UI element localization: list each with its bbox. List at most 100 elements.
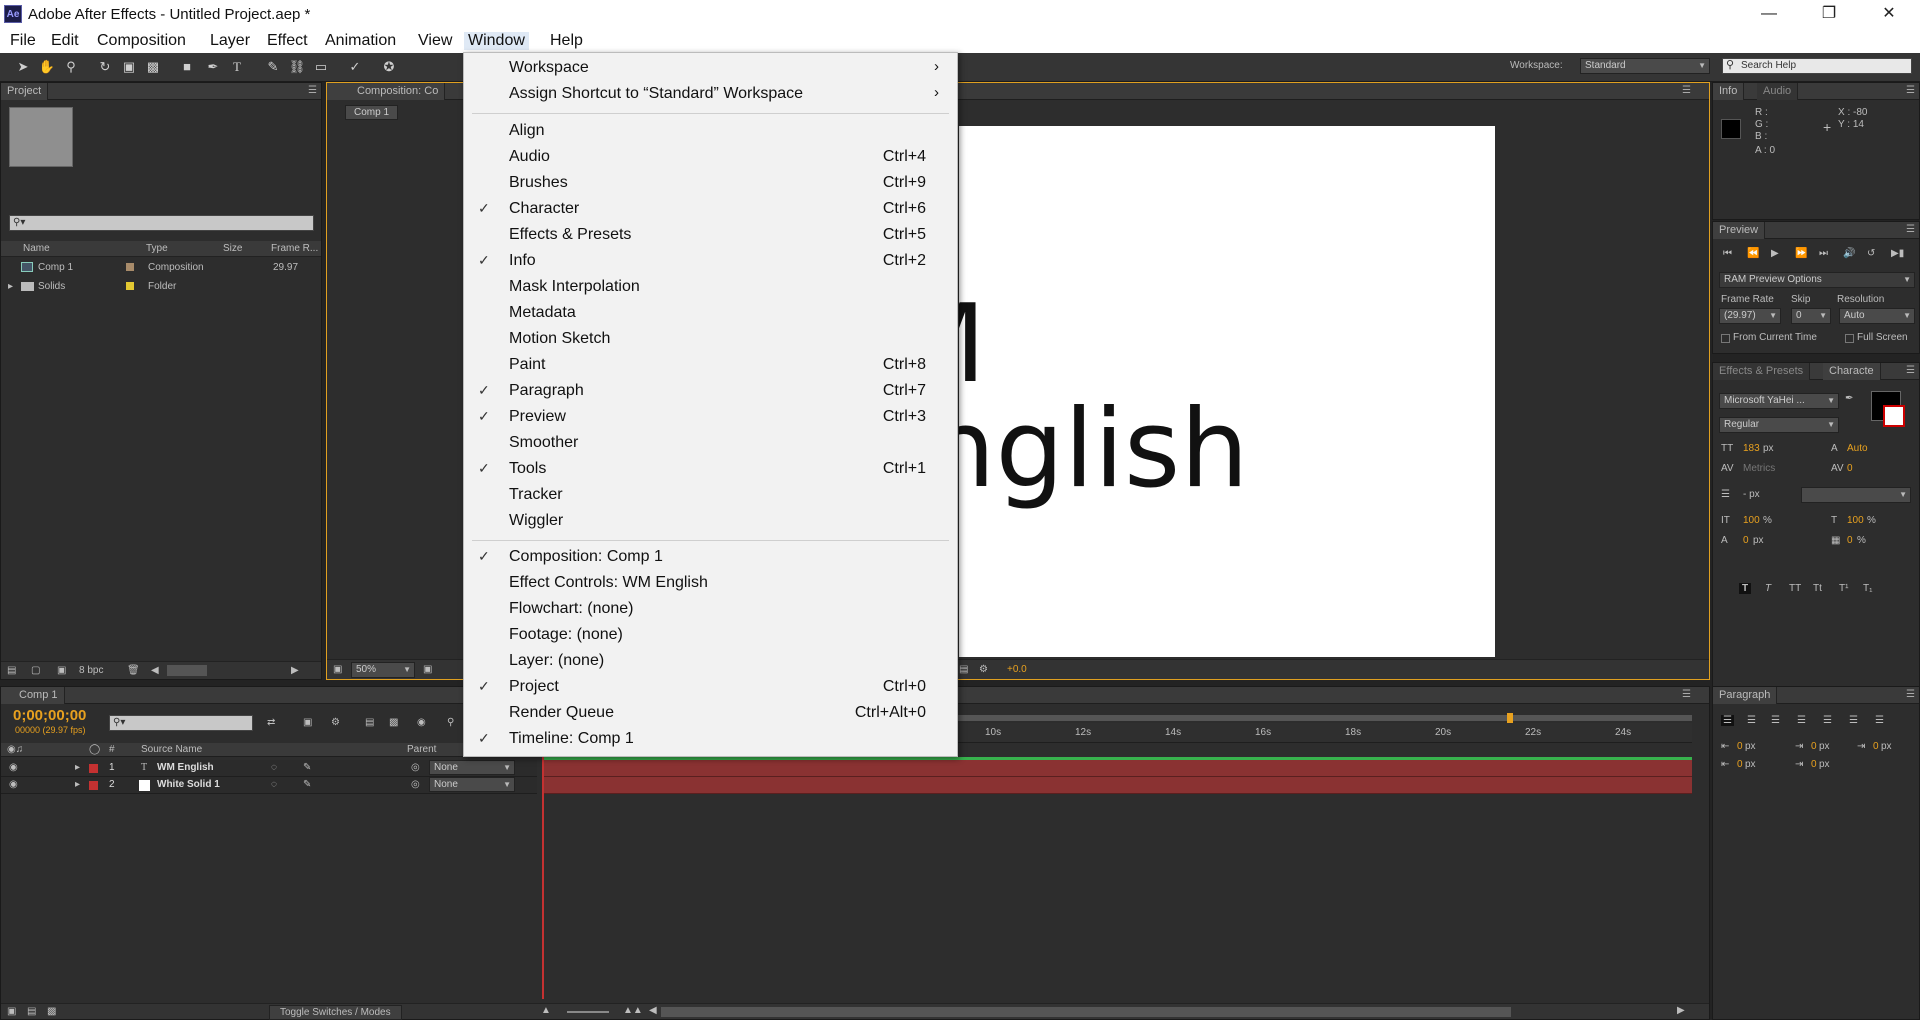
small-caps-icon[interactable]: Tt — [1813, 583, 1822, 594]
menu-view[interactable]: View — [418, 32, 452, 50]
camera-tool-icon[interactable]: ▣ — [120, 58, 138, 76]
justify-left-icon[interactable]: ☰ — [1797, 715, 1806, 726]
tab-project[interactable]: Project — [1, 83, 49, 100]
graph-editor-icon[interactable]: ⚲ — [447, 717, 454, 728]
audio-icon[interactable]: 🔊 — [1843, 248, 1855, 259]
quality-switch-icon[interactable]: ✎ — [303, 779, 311, 790]
last-frame-icon[interactable]: ⏭ — [1819, 248, 1828, 259]
work-area-end-handle[interactable] — [1507, 713, 1513, 723]
menu-item-timeline-comp-1[interactable]: ✓ Timeline: Comp 1 — [464, 727, 957, 753]
search-help-input[interactable]: Search Help — [1722, 58, 1912, 74]
indent-first-line-value[interactable]: 0 — [1811, 741, 1817, 752]
menu-file[interactable]: File — [10, 32, 36, 50]
align-left-icon[interactable]: ☰ — [1721, 715, 1734, 726]
menu-item-footage-none[interactable]: Footage: (none) — [464, 623, 957, 649]
expand-layer-icon[interactable]: ▸ — [75, 762, 80, 773]
font-style-dropdown[interactable]: Regular — [1719, 417, 1839, 433]
exposure-value[interactable]: +0.0 — [1007, 664, 1027, 675]
menu-help[interactable]: Help — [550, 32, 583, 50]
shy-switch-icon[interactable]: ◌ — [271, 762, 277, 773]
pen-tool-icon[interactable]: ✒ — [204, 58, 222, 76]
scroll-left-icon[interactable]: ◀ — [649, 1005, 657, 1016]
interpret-footage-icon[interactable]: ▤ — [7, 665, 16, 676]
tab-composition[interactable]: Composition: Co — [327, 83, 446, 100]
tab-paragraph[interactable]: Paragraph — [1713, 687, 1778, 704]
fast-previews-icon[interactable]: ⚙ — [979, 664, 988, 675]
new-folder-icon[interactable]: ▢ — [31, 665, 40, 676]
expand-layer-switches-icon[interactable]: ▣ — [7, 1006, 16, 1017]
parent-pickwhip-icon[interactable]: ◎ — [411, 762, 420, 773]
brainstorm-icon[interactable]: ◉ — [417, 717, 426, 728]
project-item[interactable]: ▸ Solids Folder — [1, 278, 311, 296]
roto-brush-tool-icon[interactable]: ✓ — [346, 58, 364, 76]
skip-dropdown[interactable]: 0 — [1791, 308, 1831, 324]
expand-layer-icon[interactable]: ▸ — [75, 779, 80, 790]
shy-switch-icon[interactable]: ◌ — [271, 779, 277, 790]
font-family-dropdown[interactable]: Microsoft YaHei ... — [1719, 393, 1839, 409]
flowchart-icon[interactable]: ▤ — [959, 664, 968, 675]
timeline-scrollbar[interactable] — [661, 1007, 1511, 1017]
menu-effect[interactable]: Effect — [267, 32, 308, 50]
panel-menu-icon[interactable]: ☰ — [1906, 365, 1915, 376]
column-frame-rate[interactable]: Frame R... — [271, 243, 318, 254]
menu-item-align[interactable]: Align — [464, 119, 957, 145]
brush-tool-icon[interactable]: ✎ — [264, 58, 282, 76]
space-before-value[interactable]: 0 — [1737, 759, 1743, 770]
loop-icon[interactable]: ↺ — [1867, 248, 1875, 259]
eraser-tool-icon[interactable]: ▭ — [312, 58, 330, 76]
menu-item-character[interactable]: ✓ Character Ctrl+6 — [464, 197, 957, 223]
menu-item-preview[interactable]: ✓ Preview Ctrl+3 — [464, 405, 957, 431]
quality-switch-icon[interactable]: ✎ — [303, 762, 311, 773]
menu-item-flowchart-none[interactable]: Flowchart: (none) — [464, 597, 957, 623]
expand-transfer-controls-icon[interactable]: ▤ — [27, 1006, 36, 1017]
type-tool-icon[interactable]: T — [228, 58, 246, 76]
rectangle-tool-icon[interactable]: ■ — [178, 58, 196, 76]
vertical-scale-value[interactable]: 100 — [1743, 515, 1760, 526]
menu-composition[interactable]: Composition — [97, 32, 186, 50]
panel-menu-icon[interactable]: ☰ — [1682, 85, 1691, 96]
ram-preview-options-dropdown[interactable]: RAM Preview Options — [1719, 272, 1915, 288]
menu-item-assign-shortcut[interactable]: Assign Shortcut to “Standard” Workspace … — [464, 82, 957, 108]
panel-menu-icon[interactable]: ☰ — [1906, 689, 1915, 700]
timeline-search-input[interactable]: ⚲▾ — [109, 715, 253, 731]
current-time-display[interactable]: 0;00;00;00 — [13, 707, 86, 724]
previous-frame-icon[interactable]: ⏪ — [1747, 248, 1759, 259]
rotation-tool-icon[interactable]: ↻ — [96, 58, 114, 76]
minimize-button[interactable]: — — [1740, 0, 1798, 28]
panel-menu-icon[interactable]: ☰ — [308, 85, 317, 96]
bit-depth-label[interactable]: 8 bpc — [79, 665, 103, 676]
video-visibility-icon[interactable]: ◉ — [9, 762, 18, 773]
layer-row[interactable]: ◉ ▸ 1 T WM English ◌ ✎ ◎ None — [1, 760, 537, 777]
expand-in-out-panes-icon[interactable]: ▩ — [47, 1006, 56, 1017]
menu-item-info[interactable]: ✓ Info Ctrl+2 — [464, 249, 957, 275]
zoom-out-icon[interactable]: ▲ — [541, 1005, 551, 1016]
superscript-icon[interactable]: T¹ — [1839, 583, 1848, 594]
source-name-column[interactable]: Source Name — [141, 744, 202, 755]
workspace-dropdown[interactable]: Standard — [1580, 58, 1710, 74]
stroke-color-swatch[interactable] — [1883, 405, 1905, 427]
parent-column[interactable]: Parent — [407, 744, 436, 755]
font-size-value[interactable]: 183 — [1743, 443, 1760, 454]
always-preview-icon[interactable]: ▣ — [333, 664, 342, 675]
parent-dropdown[interactable]: None — [429, 760, 515, 775]
panel-menu-icon[interactable]: ☰ — [1906, 85, 1915, 96]
menu-item-mask-interpolation[interactable]: Mask Interpolation — [464, 275, 957, 301]
panel-menu-icon[interactable]: ☰ — [1682, 689, 1691, 700]
menu-item-audio[interactable]: Audio Ctrl+4 — [464, 145, 957, 171]
restore-button[interactable]: ❐ — [1800, 0, 1858, 28]
column-name[interactable]: Name — [23, 243, 50, 254]
resolution-dropdown[interactable]: Auto — [1839, 308, 1915, 324]
menu-item-motion-sketch[interactable]: Motion Sketch — [464, 327, 957, 353]
menu-item-effect-controls-wm-english[interactable]: Effect Controls: WM English — [464, 571, 957, 597]
tab-audio[interactable]: Audio — [1757, 83, 1799, 100]
tab-timeline[interactable]: Comp 1 — [1, 687, 65, 704]
scroll-left-icon[interactable]: ◀ — [151, 665, 159, 676]
leading-value[interactable]: Auto — [1847, 443, 1868, 454]
hide-shy-layers-icon[interactable]: ⚙ — [331, 717, 340, 728]
tracking-value[interactable]: 0 — [1847, 463, 1853, 474]
menu-item-render-queue[interactable]: Render Queue Ctrl+Alt+0 — [464, 701, 957, 727]
all-caps-icon[interactable]: TT — [1789, 583, 1801, 594]
justify-center-icon[interactable]: ☰ — [1823, 715, 1832, 726]
zoom-in-icon[interactable]: ▲▲ — [623, 1005, 643, 1016]
layer-duration-bar[interactable] — [542, 777, 1692, 794]
